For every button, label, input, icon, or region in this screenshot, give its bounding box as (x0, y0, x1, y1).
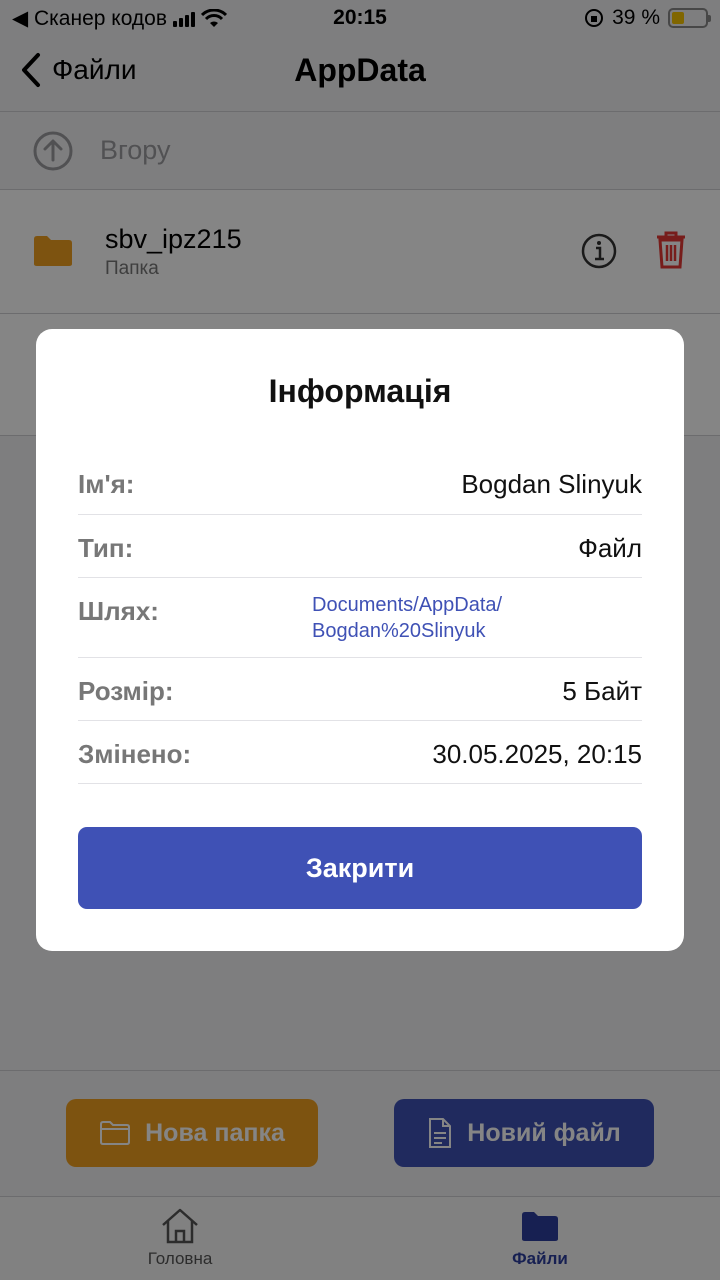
info-label-path: Шлях: (78, 596, 159, 626)
info-value-path[interactable]: Documents/AppData/ Bogdan%20Slinyuk (312, 592, 642, 644)
app-screen: ◀ Сканер кодов 20:15 39 % Файли AppData … (0, 0, 720, 1280)
info-dialog: Інформація Ім'я: Bogdan Slinyuk Тип: Фай… (36, 329, 684, 951)
info-label-modified: Змінено: (78, 739, 192, 769)
info-row-name: Ім'я: Bogdan Slinyuk (78, 455, 642, 515)
info-value-size: 5 Байт (562, 676, 642, 706)
info-label-name: Ім'я: (78, 469, 135, 499)
info-value-name: Bogdan Slinyuk (461, 469, 642, 499)
dialog-title: Інформація (268, 373, 452, 409)
path-line-2: Bogdan%20Slinyuk (312, 620, 486, 642)
info-label-size: Розмір: (78, 676, 174, 706)
info-row-size: Розмір: 5 Байт (78, 658, 642, 721)
info-row-type: Тип: Файл (78, 515, 642, 578)
info-value-type: Файл (578, 533, 642, 563)
info-value-modified: 30.05.2025, 20:15 (432, 739, 642, 769)
info-label-type: Тип: (78, 533, 134, 563)
path-line-1: Documents/AppData/ (312, 594, 503, 616)
info-row-path: Шлях: Documents/AppData/ Bogdan%20Slinyu… (78, 578, 642, 658)
info-row-modified: Змінено: 30.05.2025, 20:15 (78, 721, 642, 784)
close-button[interactable]: Закрити (78, 827, 642, 909)
